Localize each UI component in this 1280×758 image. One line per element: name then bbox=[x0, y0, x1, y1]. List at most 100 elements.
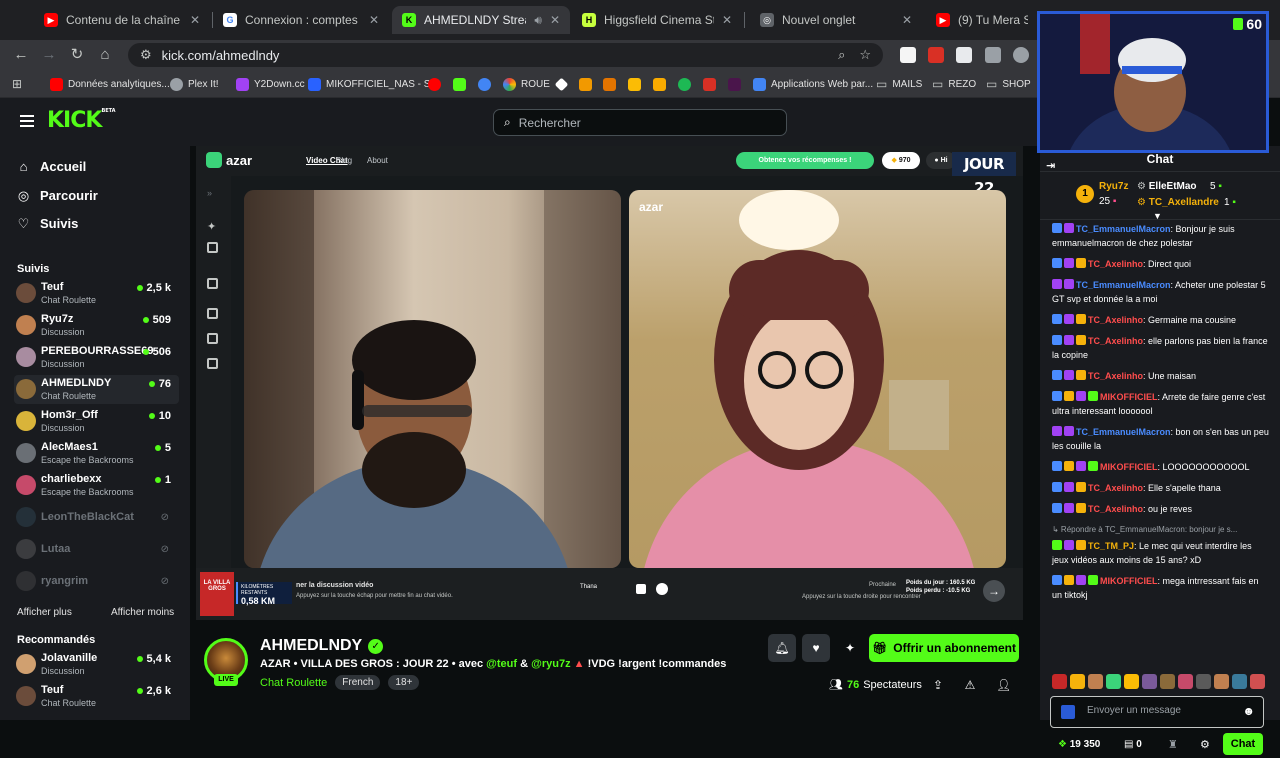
zoom-icon[interactable]: ⌕ bbox=[838, 47, 845, 63]
show-more-link[interactable]: Afficher plus bbox=[17, 607, 72, 618]
emote-icon[interactable] bbox=[1124, 674, 1139, 689]
followed-channel-charliebexx[interactable]: charliebexx Escape the Backrooms 1 bbox=[14, 471, 179, 500]
bookmark-folder[interactable]: ▭ SHOP bbox=[986, 76, 1031, 92]
chat-username[interactable]: TC_Axelinho bbox=[1088, 315, 1143, 325]
gift-subscription-button[interactable]: 🎁︎ Offrir un abonnement bbox=[869, 634, 1019, 662]
notification-bell-button[interactable]: 🔔︎ bbox=[768, 634, 796, 662]
chat-message[interactable]: MIKOFFICIEL: Arrete de faire genre c'est… bbox=[1052, 390, 1270, 418]
pin-button[interactable]: ✦ bbox=[836, 634, 864, 662]
mention-link[interactable]: @ryu7z bbox=[531, 658, 570, 670]
followed-channel-ryangrim[interactable]: ryangrim ⊘ bbox=[14, 567, 179, 596]
chat-input[interactable]: Envoyer un message ☻ bbox=[1050, 696, 1264, 728]
bookmark-icon-only[interactable] bbox=[453, 76, 466, 92]
speaker-icon[interactable]: 🔊︎ bbox=[534, 13, 542, 28]
emote-icon[interactable] bbox=[1232, 674, 1247, 689]
chat-username[interactable]: TC_TM_PJ bbox=[1088, 541, 1134, 551]
chat-message[interactable]: TC_Axelinho: ou je reves bbox=[1052, 502, 1270, 516]
bookmark-icon-only[interactable] bbox=[428, 76, 441, 92]
followed-channel-ryu7z[interactable]: Ryu7z Discussion 509 bbox=[14, 311, 179, 340]
followed-channel-teuf[interactable]: Teuf Chat Roulette 2,5 k bbox=[14, 279, 179, 308]
top-gifter-name[interactable]: Ryu7z bbox=[1099, 181, 1128, 192]
add-user-icon[interactable]: 👤︎ bbox=[996, 678, 1011, 692]
home-icon[interactable]: ⌂ bbox=[96, 46, 114, 64]
extension-icon[interactable] bbox=[985, 47, 1001, 63]
chat-username[interactable]: TC_Axelinho bbox=[1088, 371, 1143, 381]
chat-username[interactable]: TC_Axelinho bbox=[1088, 504, 1143, 514]
bookmark-item[interactable]: Applications Web par... bbox=[753, 76, 873, 92]
share-icon[interactable]: ⇪ bbox=[931, 678, 945, 692]
chat-message[interactable]: TC_EmmanuelMacron: Bonjour je suis emman… bbox=[1052, 222, 1270, 250]
chat-username[interactable]: TC_Axelinho bbox=[1088, 259, 1143, 269]
chat-username[interactable]: MIKOFFICIEL bbox=[1100, 576, 1158, 586]
bookmark-item[interactable]: Données analytiques... bbox=[50, 76, 170, 92]
bookmark-folder[interactable]: ▭ REZO bbox=[932, 76, 976, 92]
predictions-count[interactable]: ▤ 0 bbox=[1124, 739, 1142, 750]
emote-icon[interactable] bbox=[1106, 674, 1121, 689]
follow-heart-button[interactable]: ♥ bbox=[802, 634, 830, 662]
settings-gear-icon[interactable]: ⚙ bbox=[1200, 738, 1210, 751]
chat-message[interactable]: TC_Axelinho: Germaine ma cousine bbox=[1052, 313, 1270, 327]
tab-youtube-content[interactable]: ▶ Contenu de la chaîne - YouTube ✕ bbox=[34, 6, 210, 34]
extension-icon[interactable] bbox=[928, 47, 944, 63]
back-icon[interactable]: ← bbox=[12, 46, 30, 64]
chat-message[interactable]: TC_EmmanuelMacron: Acheter une polestar … bbox=[1052, 278, 1270, 306]
tab-youtube-music[interactable]: ▶ (9) Tu Mera Superman bbox=[926, 6, 1038, 34]
channel-points[interactable]: ❖ 19 350 bbox=[1058, 739, 1100, 750]
close-icon[interactable]: ✕ bbox=[190, 13, 200, 27]
search-input[interactable]: ⌕ Rechercher bbox=[493, 109, 787, 136]
tab-new[interactable]: ◎ Nouvel onglet ✕ bbox=[750, 6, 922, 34]
report-icon[interactable]: ⚠ bbox=[963, 678, 977, 692]
followed-channel-lutaa[interactable]: Lutaa ⊘ bbox=[14, 535, 179, 564]
tab-higgsfield[interactable]: H Higgsfield Cinema Studio | Profe ✕ bbox=[572, 6, 742, 34]
chat-message[interactable]: MIKOFFICIEL: mega intrressant fais en un… bbox=[1052, 574, 1270, 602]
address-bar[interactable]: ⚙ kick.com/ahmedlndy ⌕ ☆ bbox=[128, 43, 883, 67]
reload-icon[interactable]: ↻ bbox=[68, 46, 86, 64]
chat-username[interactable]: TC_EmmanuelMacron bbox=[1076, 427, 1171, 437]
send-chat-button[interactable]: Chat bbox=[1223, 733, 1263, 755]
close-icon[interactable]: ✕ bbox=[369, 13, 379, 27]
close-icon[interactable]: ✕ bbox=[902, 13, 912, 27]
chat-message[interactable]: MIKOFFICIEL: LOOOOOOOOOOOL bbox=[1052, 460, 1270, 474]
chat-message[interactable]: TC_Axelinho: Direct quoi bbox=[1052, 257, 1270, 271]
kick-logo[interactable]: KICKBETA bbox=[47, 108, 116, 133]
chat-message-reply[interactable]: ↳ Répondre à TC_EmmanuelMacron: bonjour … bbox=[1052, 523, 1270, 567]
emote-icon[interactable] bbox=[1142, 674, 1157, 689]
followed-channel-ahmedlndy[interactable]: AHMEDLNDY Chat Roulette 76 bbox=[14, 375, 179, 404]
bookmark-icon-only[interactable] bbox=[653, 76, 666, 92]
followed-channel-perebourrasse69[interactable]: PEREBOURRASSE69 Discussion 506 bbox=[14, 343, 179, 372]
gifter-row-2[interactable]: ⚙ ElleEtMao bbox=[1137, 181, 1197, 192]
chat-username[interactable]: MIKOFFICIEL bbox=[1100, 462, 1158, 472]
emoji-icon[interactable]: ☻ bbox=[1242, 704, 1255, 718]
video-player[interactable]: azar Video Chat Blog About Obtenez vos r… bbox=[196, 146, 1023, 620]
emote-icon[interactable] bbox=[1160, 674, 1175, 689]
followed-channel-leontheblackcat[interactable]: LeonTheBlackCat ⊘ bbox=[14, 503, 179, 532]
bookmark-folder[interactable]: ▭ MAILS bbox=[876, 76, 922, 92]
bookmark-item[interactable]: Plex It! bbox=[170, 76, 219, 92]
bookmark-item[interactable]: MIKOFFICIEL_NAS - S... bbox=[308, 76, 439, 92]
recommended-channel-teuf[interactable]: Teuf Chat Roulette 2,6 k bbox=[14, 682, 179, 711]
emote-icon[interactable] bbox=[1052, 674, 1067, 689]
followed-channel-hom3r-off[interactable]: Hom3r_Off Discussion 10 bbox=[14, 407, 179, 436]
emote-icon[interactable] bbox=[1178, 674, 1193, 689]
streamer-name[interactable]: AHMEDLNDY bbox=[260, 637, 362, 655]
gifter-row-3[interactable]: ⚙ TC_Axellandre bbox=[1137, 197, 1219, 208]
menu-icon[interactable] bbox=[20, 115, 34, 127]
bookmark-icon-only[interactable] bbox=[728, 76, 741, 92]
emote-icon[interactable] bbox=[1070, 674, 1085, 689]
chat-message[interactable]: TC_Axelinho: elle parlons pas bien la fr… bbox=[1052, 334, 1270, 362]
shield-icon[interactable] bbox=[1013, 47, 1029, 63]
tab-google-login[interactable]: G Connexion : comptes Google ✕ bbox=[213, 6, 389, 34]
chat-username[interactable]: TC_Axelinho bbox=[1088, 483, 1143, 493]
chat-message[interactable]: TC_Axelinho: Elle s'apelle thana bbox=[1052, 481, 1270, 495]
followed-channel-alecmaes1[interactable]: AlecMaes1 Escape the Backrooms 5 bbox=[14, 439, 179, 468]
chat-message[interactable]: TC_EmmanuelMacron: bon on s'en bas un pe… bbox=[1052, 425, 1270, 453]
bookmark-icon-only[interactable] bbox=[478, 76, 491, 92]
tag-pill[interactable]: French bbox=[335, 675, 381, 690]
emote-icon[interactable] bbox=[1250, 674, 1265, 689]
extension-icon[interactable] bbox=[900, 47, 916, 63]
nav-parcourir[interactable]: ◎ Parcourir bbox=[17, 188, 98, 203]
emote-icon[interactable] bbox=[1214, 674, 1229, 689]
tag-pill[interactable]: 18+ bbox=[388, 675, 420, 690]
chat-username[interactable]: TC_Axelinho bbox=[1088, 336, 1143, 346]
bookmark-icon-only[interactable] bbox=[628, 76, 641, 92]
